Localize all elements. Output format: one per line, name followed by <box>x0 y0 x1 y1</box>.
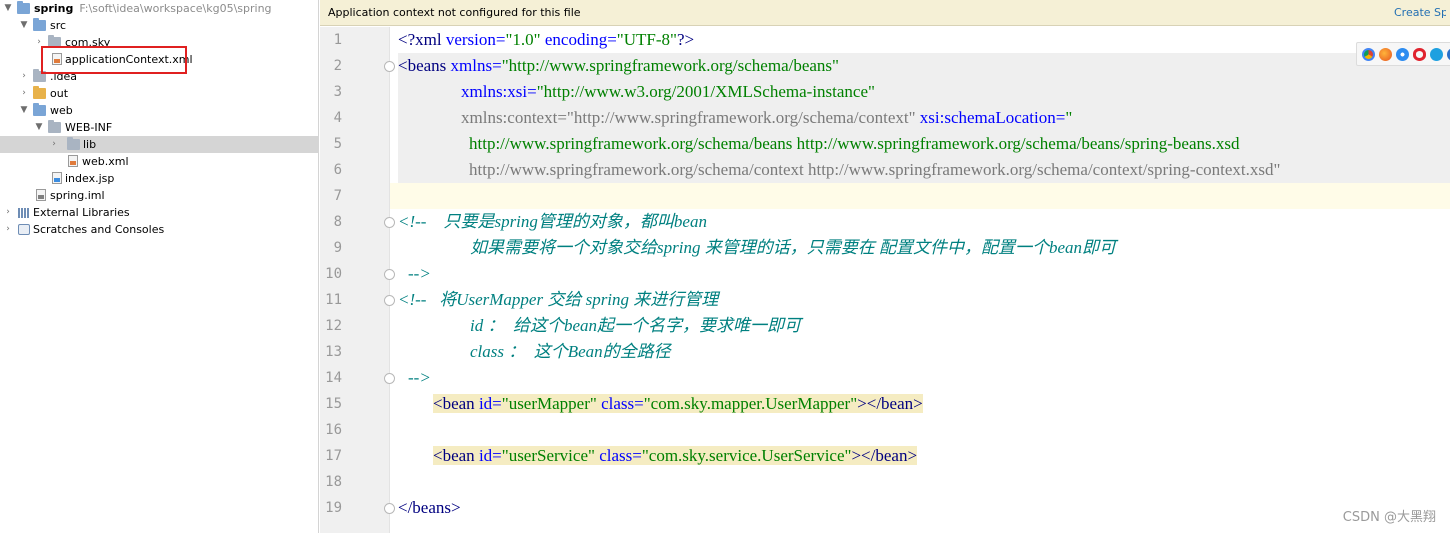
code-line-11: <!-- 将UserMapper 交给 spring 来进行管理 <box>398 290 719 309</box>
line-number: 3 <box>333 84 342 100</box>
line-number: 16 <box>325 422 342 438</box>
libraries-icon <box>18 208 30 218</box>
code-line-6: http://www.springframework.org/schema/co… <box>469 160 1281 179</box>
code-line-15: <bean id="userMapper" class="com.sky.map… <box>433 394 923 413</box>
fold-icon[interactable] <box>384 373 395 384</box>
fold-icon[interactable] <box>384 295 395 306</box>
line-number: 6 <box>333 162 342 178</box>
code-line-12: id ： 给这个bean起一个名字，要求唯一即可 <box>470 316 802 335</box>
xml-file-icon <box>68 155 78 167</box>
chevron-right-icon[interactable]: › <box>19 68 29 85</box>
chevron-right-icon[interactable]: › <box>49 136 59 153</box>
tree-item-label: out <box>50 87 69 100</box>
jsp-file-icon <box>52 172 62 184</box>
code-area[interactable]: <?xml version="1.0" encoding="UTF-8"?> <… <box>320 27 1450 533</box>
line-number: 5 <box>333 136 342 152</box>
fold-icon[interactable] <box>384 503 395 514</box>
scratches-icon <box>18 224 30 235</box>
firefox-icon[interactable] <box>1379 48 1392 61</box>
code-line-3: xmlns:xsi="http://www.w3.org/2001/XMLSch… <box>461 82 875 101</box>
highlight-box <box>41 46 187 74</box>
folder-icon <box>48 120 61 133</box>
opera-icon[interactable] <box>1413 48 1426 61</box>
chevron-down-icon[interactable]: ▼ <box>19 102 29 119</box>
chevron-right-icon[interactable]: › <box>3 204 13 221</box>
browser-preview-bar <box>1356 42 1450 66</box>
tree-item-web-inf[interactable]: ▼ WEB-INF <box>0 119 319 136</box>
code-line-8: <!-- 只要是spring管理的对象，都叫bean <box>398 212 707 231</box>
tree-item-spring-iml[interactable]: spring.iml <box>0 187 319 204</box>
fold-icon[interactable] <box>384 269 395 280</box>
safari-icon[interactable] <box>1396 48 1409 61</box>
code-line-1: <?xml version="1.0" encoding="UTF-8"?> <box>398 30 695 49</box>
tree-item-label: WEB-INF <box>65 121 113 134</box>
line-number: 1 <box>333 32 342 48</box>
line-number: 19 <box>325 500 342 516</box>
notification-banner: Application context not configured for t… <box>320 0 1450 26</box>
folder-icon <box>33 86 46 99</box>
fold-icon[interactable] <box>384 217 395 228</box>
project-name: spring <box>34 2 74 15</box>
code-line-14: --> <box>408 368 431 387</box>
source-folder-icon <box>33 18 46 31</box>
line-number: 12 <box>325 318 342 334</box>
line-number: 9 <box>333 240 342 256</box>
line-number: 14 <box>325 370 342 386</box>
caret-line <box>390 183 1450 209</box>
chevron-right-icon[interactable]: › <box>19 85 29 102</box>
tree-item-scratches[interactable]: › Scratches and Consoles <box>0 221 319 238</box>
code-line-19: </beans> <box>398 498 461 517</box>
web-folder-icon <box>33 103 46 116</box>
chevron-down-icon[interactable]: ▼ <box>34 119 44 136</box>
line-number: 13 <box>325 344 342 360</box>
iml-file-icon <box>36 189 46 201</box>
line-number: 10 <box>325 266 342 282</box>
tree-item-label: lib <box>83 138 97 151</box>
tree-item-out[interactable]: › out <box>0 85 319 102</box>
code-line-5: http://www.springframework.org/schema/be… <box>469 134 1240 153</box>
tree-item-label: index.jsp <box>65 172 115 185</box>
tree-item-index-jsp[interactable]: index.jsp <box>0 170 319 187</box>
code-line-10: --> <box>408 264 431 283</box>
banner-message: Application context not configured for t… <box>328 6 581 19</box>
tree-item-label: src <box>50 19 67 32</box>
tree-item-label: Scratches and Consoles <box>33 223 165 236</box>
tree-item-web-xml[interactable]: web.xml <box>0 153 319 170</box>
code-line-2: <beans xmlns="http://www.springframework… <box>398 56 839 75</box>
tree-item-label: External Libraries <box>33 206 130 219</box>
line-number: 18 <box>325 474 342 490</box>
code-line-9: 如果需要将一个对象交给spring 来管理的话，只需要在 配置文件中，配置一个b… <box>470 238 1116 257</box>
code-editor[interactable]: Application context not configured for t… <box>320 0 1450 533</box>
tree-item-src[interactable]: ▼ src <box>0 17 319 34</box>
folder-icon <box>67 137 80 150</box>
create-spring-facet-link[interactable]: Create Spring facet <box>1394 0 1446 26</box>
tree-item-project[interactable]: ▼ spring F:\soft\idea\workspace\kg05\spri… <box>0 0 319 17</box>
chevron-right-icon[interactable]: › <box>3 221 13 238</box>
project-tree: ▼ spring F:\soft\idea\workspace\kg05\spri… <box>0 0 319 533</box>
line-number: 8 <box>333 214 342 230</box>
tree-item-label: spring.iml <box>50 189 105 202</box>
tree-item-label: web <box>50 104 73 117</box>
code-line-13: class ： 这个Bean的全路径 <box>470 342 671 361</box>
tree-item-lib[interactable]: › lib <box>0 136 319 153</box>
chrome-icon[interactable] <box>1362 48 1375 61</box>
line-number: 11 <box>325 292 342 308</box>
code-line-4: xmlns:context="http://www.springframewor… <box>461 108 1073 127</box>
ie-icon[interactable] <box>1430 48 1443 61</box>
watermark: CSDN @大黑翔 <box>1342 510 1436 525</box>
project-path: F:\soft\idea\workspace\kg05\spring <box>79 2 272 15</box>
tree-item-external-libraries[interactable]: › External Libraries <box>0 204 319 221</box>
line-number: 17 <box>325 448 342 464</box>
fold-icon[interactable] <box>384 61 395 72</box>
tree-item-web[interactable]: ▼ web <box>0 102 319 119</box>
line-number: 2 <box>333 58 342 74</box>
line-number: 4 <box>333 110 342 126</box>
tree-item-label: web.xml <box>82 155 129 168</box>
line-number: 15 <box>325 396 342 412</box>
chevron-down-icon[interactable]: ▼ <box>19 17 29 34</box>
chevron-down-icon[interactable]: ▼ <box>3 0 13 17</box>
code-line-17: <bean id="userService" class="com.sky.se… <box>433 446 918 465</box>
line-number: 7 <box>333 188 342 204</box>
project-folder-icon <box>17 1 30 14</box>
